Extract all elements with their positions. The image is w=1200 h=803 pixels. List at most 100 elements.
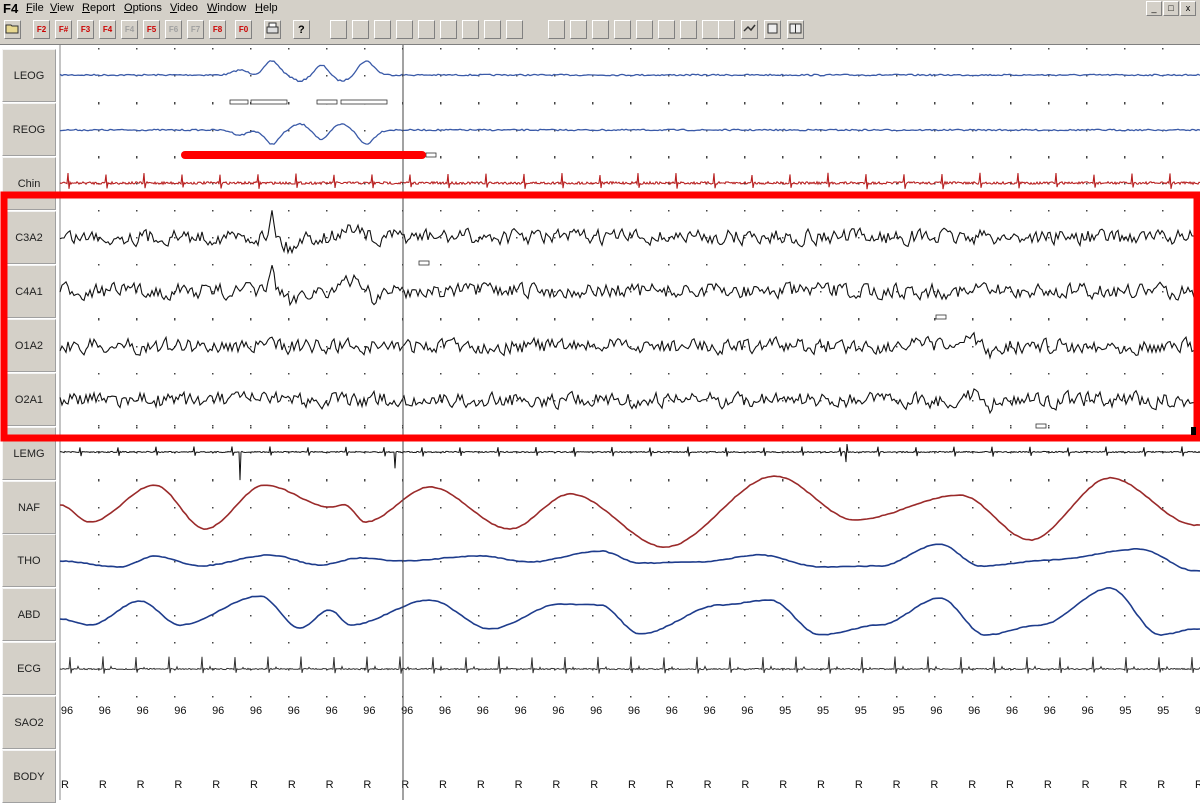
grid-dot	[820, 534, 822, 536]
sao2-value: 96	[99, 705, 111, 717]
grid-dot	[516, 400, 518, 402]
grid-dot	[174, 237, 176, 239]
grid-dot	[516, 615, 518, 617]
menu-file[interactable]: File	[26, 2, 44, 14]
maximize-button[interactable]: □	[1163, 1, 1179, 16]
f0-button[interactable]: F0	[235, 20, 252, 39]
f8-button[interactable]: F8	[209, 20, 226, 39]
grid-dot	[326, 615, 328, 617]
grid-dot	[1162, 291, 1164, 293]
grid-dot	[668, 588, 670, 590]
grid-dot	[744, 346, 746, 348]
grid-dot	[668, 264, 670, 266]
grid-dot	[1162, 507, 1164, 509]
grid-dot	[896, 480, 898, 482]
grid-dot	[744, 210, 746, 212]
sao2-value: 96	[288, 705, 300, 717]
f4-button[interactable]: F4	[99, 20, 116, 39]
grid-dot	[744, 480, 746, 482]
grid-dot	[1086, 534, 1088, 536]
trace-reog	[59, 122, 1200, 145]
grid-dot	[744, 237, 746, 239]
grid-dot	[668, 291, 670, 293]
grid-dot	[782, 425, 784, 427]
grid-dot	[1048, 696, 1050, 698]
grid-dot	[1124, 615, 1126, 617]
zoom-icon[interactable]	[741, 20, 758, 39]
grid-dot	[782, 48, 784, 50]
minimize-button[interactable]: _	[1146, 1, 1162, 16]
menu-report[interactable]: Report	[82, 2, 115, 14]
grid-dot	[364, 425, 366, 427]
close-button[interactable]: x	[1180, 1, 1196, 16]
toolbar-slot-11	[592, 20, 609, 39]
grid-dot	[1162, 425, 1164, 427]
split-view-icon[interactable]	[787, 20, 804, 39]
grid-dot	[896, 534, 898, 536]
grid-dot	[1124, 588, 1126, 590]
grid-dot	[250, 425, 252, 427]
grid-dot	[174, 425, 176, 427]
sao2-value: 96	[590, 705, 602, 717]
f4-alt-button[interactable]: F4	[121, 20, 138, 39]
signal-chart[interactable]: 96 96 96 96 96 96 96 96 96 96 96 96 96 96 96 96 96 96 96 95…	[0, 45, 1200, 800]
menu-view[interactable]: View	[50, 2, 74, 14]
menu-options[interactable]: Options	[124, 2, 162, 14]
grid-dot	[98, 534, 100, 536]
f3-button[interactable]: F3	[77, 20, 94, 39]
grid-dot	[820, 319, 822, 321]
toolbar-slot-8	[506, 20, 523, 39]
grid-dot	[440, 103, 442, 105]
body-position-value: R	[1006, 779, 1014, 791]
grid-dot	[516, 264, 518, 266]
grid-dot	[1086, 642, 1088, 644]
grid-dot	[212, 534, 214, 536]
grid-dot	[364, 319, 366, 321]
grid-dot	[516, 48, 518, 50]
grid-dot	[288, 534, 290, 536]
grid-dot	[478, 264, 480, 266]
print-icon[interactable]	[264, 20, 281, 39]
menu-help[interactable]: Help	[255, 2, 278, 14]
body-position-value: R	[1044, 779, 1052, 791]
event-markers	[229, 99, 1047, 429]
body-position-value: R	[288, 779, 296, 791]
grid-dot	[478, 480, 480, 482]
single-view-icon[interactable]	[764, 20, 781, 39]
grid-dot	[1048, 615, 1050, 617]
f7-button[interactable]: F7	[187, 20, 204, 39]
f6-button[interactable]: F6	[165, 20, 182, 39]
grid-dot	[288, 507, 290, 509]
grid-dot	[136, 210, 138, 212]
grid-dot	[934, 48, 936, 50]
grid-dot	[174, 156, 176, 158]
grid-dot	[744, 642, 746, 644]
grid-dot	[782, 427, 784, 429]
menu-window[interactable]: Window	[207, 2, 246, 14]
menu-video[interactable]: Video	[170, 2, 198, 14]
f5-button[interactable]: F5	[143, 20, 160, 39]
grid-dot	[174, 427, 176, 429]
sao2-value: 96	[1006, 705, 1018, 717]
grid-dot	[364, 183, 366, 185]
body-position-value: R	[61, 779, 69, 791]
grid-dot	[1010, 480, 1012, 482]
f2-button[interactable]: F2	[33, 20, 50, 39]
grid-dot	[820, 264, 822, 266]
body-position-value: R	[1119, 779, 1127, 791]
grid-dot	[782, 319, 784, 321]
grid-dot	[364, 210, 366, 212]
grid-dot	[782, 507, 784, 509]
grid-dot	[706, 534, 708, 536]
grid-dot	[174, 480, 176, 482]
grid-dot	[1010, 264, 1012, 266]
open-folder-icon[interactable]	[4, 20, 21, 39]
grid-dot	[516, 642, 518, 644]
grid-dot	[174, 696, 176, 698]
grid-dot	[744, 103, 746, 105]
grid-dot	[934, 103, 936, 105]
grid-dot	[820, 103, 822, 105]
f-hash-button[interactable]: F#	[55, 20, 72, 39]
grid-dot	[1086, 183, 1088, 185]
help-icon[interactable]: ?	[293, 20, 310, 39]
